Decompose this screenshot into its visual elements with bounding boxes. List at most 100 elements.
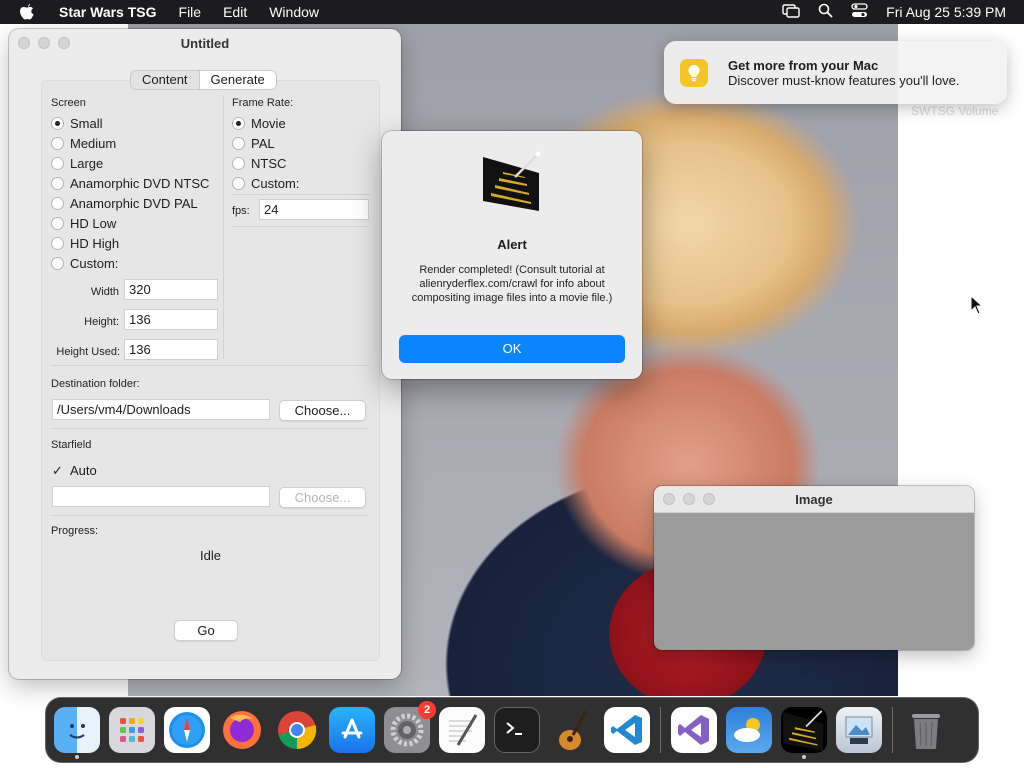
checkmark-icon[interactable]: ✓ xyxy=(51,463,64,478)
launchpad-icon[interactable] xyxy=(109,707,155,753)
fps-field[interactable]: 24 xyxy=(259,199,369,220)
notification-body: Discover must-know features you'll love. xyxy=(728,72,960,88)
height-field[interactable]: 136 xyxy=(124,309,218,330)
tab-generate[interactable]: Generate xyxy=(198,71,276,89)
screen-mirroring-icon[interactable] xyxy=(782,3,800,21)
radio[interactable] xyxy=(51,257,64,270)
weather-icon[interactable] xyxy=(726,707,772,753)
zoom-button[interactable] xyxy=(58,37,70,49)
image-window-titlebar[interactable]: Image xyxy=(654,486,974,513)
option-label: Medium xyxy=(70,136,117,151)
frame-rate-option-pal[interactable]: PAL xyxy=(232,136,275,151)
radio[interactable] xyxy=(51,217,64,230)
safari-icon[interactable] xyxy=(164,707,210,753)
app-store-icon[interactable] xyxy=(329,707,375,753)
generate-panel: Screen Small Medium Large Anamorphic DVD… xyxy=(41,80,380,661)
fps-label: fps: xyxy=(232,205,250,217)
radio[interactable] xyxy=(232,137,245,150)
preview-icon[interactable] xyxy=(836,707,882,753)
screen-option-custom[interactable]: Custom: xyxy=(51,256,118,271)
screen-option-small[interactable]: Small xyxy=(51,116,103,131)
screen-option-anamorphic-ntsc[interactable]: Anamorphic DVD NTSC xyxy=(51,176,209,191)
radio-selected[interactable] xyxy=(51,117,64,130)
radio[interactable] xyxy=(232,157,245,170)
progress-label: Progress: xyxy=(51,525,99,537)
control-center-icon[interactable] xyxy=(851,3,868,21)
menu-clock[interactable]: Fri Aug 25 5:39 PM xyxy=(886,4,1006,20)
ok-button[interactable]: OK xyxy=(399,335,625,363)
menu-window[interactable]: Window xyxy=(258,4,330,20)
frame-rate-option-ntsc[interactable]: NTSC xyxy=(232,156,286,171)
minimize-button[interactable] xyxy=(683,493,695,505)
notification-banner[interactable]: Get more from your Mac Discover must-kno… xyxy=(664,41,1007,104)
menu-edit[interactable]: Edit xyxy=(212,4,258,20)
frame-rate-option-custom[interactable]: Custom: xyxy=(232,176,299,191)
option-label: Anamorphic DVD NTSC xyxy=(70,176,210,191)
vscode-icon[interactable] xyxy=(604,707,650,753)
destination-field[interactable]: /Users/vm4/Downloads xyxy=(52,399,270,420)
starfield-field[interactable] xyxy=(52,486,270,507)
progress-status: Idle xyxy=(200,548,221,563)
screen-option-large[interactable]: Large xyxy=(51,156,103,171)
option-label: NTSC xyxy=(251,156,287,171)
minimize-button[interactable] xyxy=(38,37,50,49)
star-wars-crawl-icon xyxy=(481,151,543,213)
screen-option-hd-low[interactable]: HD Low xyxy=(51,216,116,231)
radio[interactable] xyxy=(51,237,64,250)
height-used-label: Height Used: xyxy=(56,346,120,358)
window-titlebar[interactable]: Untitled xyxy=(9,29,401,57)
screen-option-hd-high[interactable]: HD High xyxy=(51,236,119,251)
radio[interactable] xyxy=(232,177,245,190)
visual-studio-icon[interactable] xyxy=(671,707,717,753)
garageband-icon[interactable] xyxy=(549,707,595,753)
radio[interactable] xyxy=(51,177,64,190)
height-used-field[interactable]: 136 xyxy=(124,339,218,360)
frame-rate-option-movie[interactable]: Movie xyxy=(232,116,286,131)
radio[interactable] xyxy=(51,157,64,170)
width-field[interactable]: 320 xyxy=(124,279,218,300)
textedit-icon[interactable] xyxy=(439,707,485,753)
option-label: HD Low xyxy=(70,216,117,231)
trash-icon[interactable] xyxy=(903,707,949,753)
option-label: Custom: xyxy=(251,176,300,191)
divider xyxy=(51,365,369,366)
notification-title: Get more from your Mac xyxy=(728,57,879,73)
divider xyxy=(51,515,369,516)
menu-file[interactable]: File xyxy=(168,4,213,20)
zoom-button[interactable] xyxy=(703,493,715,505)
destination-choose-button[interactable]: Choose... xyxy=(279,400,366,421)
column-divider xyxy=(223,95,224,359)
finder-icon[interactable] xyxy=(54,707,100,759)
screen-option-anamorphic-pal[interactable]: Anamorphic DVD PAL xyxy=(51,196,198,211)
radio[interactable] xyxy=(51,197,64,210)
alert-dialog: Alert Render completed! (Consult tutoria… xyxy=(382,131,642,379)
search-icon[interactable] xyxy=(818,3,833,21)
system-settings-icon[interactable]: 2 xyxy=(384,701,436,753)
lightbulb-icon xyxy=(680,58,708,87)
star-wars-tsg-icon[interactable] xyxy=(781,707,827,759)
volume-label[interactable]: SWTSG Volume xyxy=(911,104,998,118)
go-button[interactable]: Go xyxy=(174,620,238,641)
radio-selected[interactable] xyxy=(232,117,245,130)
divider xyxy=(232,194,369,195)
chrome-icon[interactable] xyxy=(274,707,320,753)
tab-content[interactable]: Content xyxy=(131,71,199,89)
option-label: Custom: xyxy=(70,256,119,271)
image-window: Image xyxy=(654,486,974,650)
option-label: Movie xyxy=(251,116,286,131)
starfield-choose-button[interactable]: Choose... xyxy=(279,487,366,508)
screen-option-medium[interactable]: Medium xyxy=(51,136,116,151)
apple-icon[interactable] xyxy=(18,3,36,21)
destination-label: Destination folder: xyxy=(51,378,140,390)
starfield-label: Starfield xyxy=(51,439,92,451)
starfield-auto-checkbox[interactable]: ✓ Auto xyxy=(51,463,97,479)
close-button[interactable] xyxy=(663,493,675,505)
option-label: Small xyxy=(70,116,103,131)
frame-rate-label: Frame Rate: xyxy=(232,97,294,109)
close-button[interactable] xyxy=(18,37,30,49)
main-window: Untitled Content Generate Screen Small M… xyxy=(9,29,401,679)
radio[interactable] xyxy=(51,137,64,150)
firefox-icon[interactable] xyxy=(219,707,265,753)
menu-app-name[interactable]: Star Wars TSG xyxy=(48,4,168,20)
terminal-icon[interactable] xyxy=(494,707,540,753)
